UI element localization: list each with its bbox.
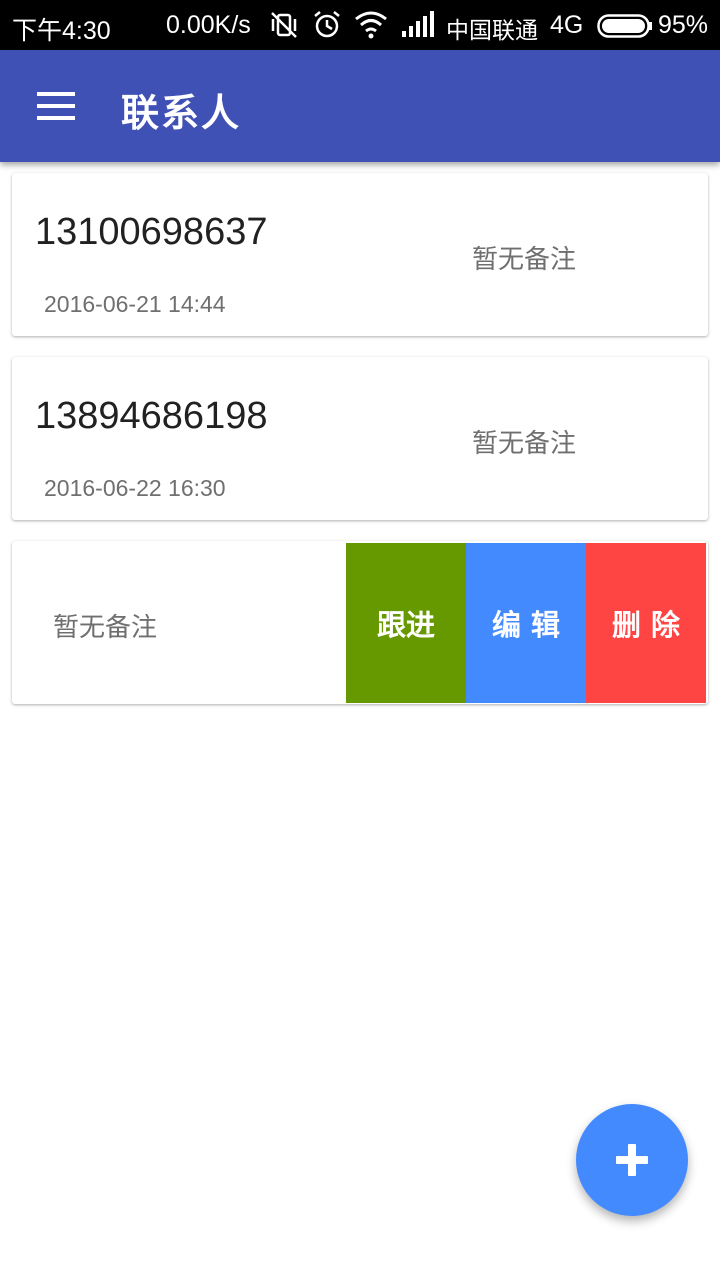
alarm-icon bbox=[312, 9, 342, 48]
status-network: 4G bbox=[550, 11, 584, 39]
delete-button[interactable]: 删 除 bbox=[586, 543, 706, 703]
app-bar: 联系人 bbox=[0, 50, 720, 162]
contact-date: 2016-06-22 16:30 bbox=[44, 475, 226, 501]
status-bar: 下午4:30 0.00K/s 中国联通 4G 95% bbox=[0, 0, 720, 50]
contact-card[interactable]: 13894686198 2016-06-22 16:30 暂无备注 bbox=[12, 357, 708, 520]
contact-card[interactable]: 13100698637 2016-06-21 14:44 暂无备注 bbox=[12, 173, 708, 336]
add-contact-button[interactable] bbox=[576, 1104, 688, 1216]
vibrate-off-icon bbox=[268, 9, 300, 48]
contact-note: 暂无备注 bbox=[53, 613, 158, 643]
status-speed: 0.00K/s bbox=[166, 11, 251, 39]
contact-date: 2016-06-21 14:44 bbox=[44, 291, 226, 317]
contact-phone: 13100698637 bbox=[35, 211, 268, 253]
contact-card-swiped[interactable]: 暂无备注 跟进 编 辑 删 除 bbox=[12, 541, 708, 704]
status-battery-percent: 95% bbox=[658, 11, 709, 39]
contact-note: 暂无备注 bbox=[472, 429, 577, 459]
page-title: 联系人 bbox=[121, 91, 242, 135]
status-time: 下午4:30 bbox=[12, 17, 111, 45]
status-carrier: 中国联通 bbox=[446, 17, 538, 43]
edit-button[interactable]: 编 辑 bbox=[466, 543, 586, 703]
battery-icon bbox=[597, 14, 653, 45]
signal-icon bbox=[400, 9, 434, 46]
contact-note: 暂无备注 bbox=[472, 245, 577, 275]
contact-phone: 13894686198 bbox=[35, 395, 268, 437]
follow-button[interactable]: 跟进 bbox=[346, 543, 466, 703]
wifi-icon bbox=[354, 9, 388, 46]
menu-icon[interactable] bbox=[26, 76, 86, 136]
